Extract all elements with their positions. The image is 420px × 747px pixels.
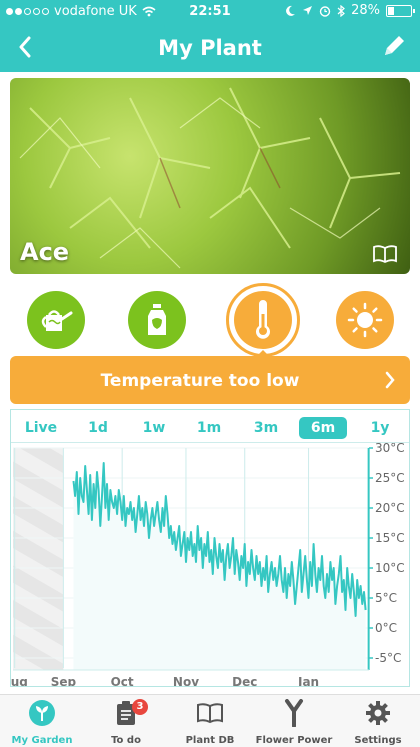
- temperature-alert[interactable]: Temperature too low: [10, 356, 410, 404]
- y-tick-label: 20°C: [375, 501, 405, 515]
- tab-plant-db[interactable]: Plant DB: [168, 699, 252, 746]
- temperature-chart[interactable]: 30°C 25°C 20°C 15°C 10°C 5°C 0°C -5°C Aug Sep Oct N…: [11, 443, 409, 686]
- range-6m[interactable]: 6m: [299, 417, 347, 439]
- plant-name: Ace: [20, 238, 70, 266]
- y-tick-label: 30°C: [375, 443, 405, 455]
- tab-label: Flower Power: [255, 735, 333, 746]
- time-range-selector: Live 1d 1w 1m 3m 6m 1y: [11, 410, 409, 443]
- y-tick-label: 5°C: [375, 591, 397, 605]
- temperature-button[interactable]: [234, 291, 292, 349]
- range-1m[interactable]: 1m: [185, 417, 233, 439]
- tab-label: My Garden: [11, 735, 73, 746]
- range-1d[interactable]: 1d: [74, 417, 122, 439]
- chevron-right-icon: [385, 371, 395, 389]
- sensor-icon: [285, 699, 303, 727]
- watering-can-icon: [41, 310, 73, 331]
- todo-badge: 3: [132, 699, 148, 715]
- navigation-bar: My Plant: [0, 24, 420, 72]
- range-1w[interactable]: 1w: [130, 417, 178, 439]
- range-1y[interactable]: 1y: [356, 417, 404, 439]
- light-button[interactable]: [336, 291, 394, 349]
- temperature-chart-panel: Live 1d 1w 1m 3m 6m 1y 30°C 25°C 20°C 15°C 1…: [10, 409, 410, 687]
- x-tick-label: Sep: [51, 675, 77, 686]
- x-tick-label: Oct: [111, 675, 134, 686]
- pencil-icon: [385, 36, 404, 55]
- fertilizer-bottle-icon: [148, 304, 166, 335]
- tab-label: To do: [111, 735, 141, 746]
- bluetooth-icon: [337, 4, 346, 17]
- location-icon: [303, 6, 313, 15]
- tab-bar: My Garden 3 To do Plant DB Flower Power …: [0, 694, 420, 747]
- moon-icon: [286, 5, 296, 16]
- battery-percent: 28%: [351, 3, 380, 18]
- y-tick-label: 25°C: [375, 471, 405, 485]
- sun-icon: [347, 302, 383, 338]
- alert-text: Temperature too low: [100, 371, 300, 391]
- plant-photo[interactable]: Ace: [10, 78, 410, 274]
- tab-label: Settings: [354, 735, 402, 746]
- tab-to-do[interactable]: 3 To do: [84, 699, 168, 746]
- tab-my-garden[interactable]: My Garden: [0, 699, 84, 746]
- battery-icon: [386, 4, 415, 17]
- x-tick-label: Nov: [173, 675, 199, 686]
- book-icon: [197, 703, 223, 724]
- x-tick-label: Jan: [297, 675, 319, 686]
- status-bar: vodafone UK 22:51 28%: [0, 0, 420, 24]
- tab-label: Plant DB: [185, 735, 235, 746]
- range-3m[interactable]: 3m: [242, 417, 290, 439]
- edit-button[interactable]: [380, 32, 410, 62]
- plant-image: [19, 87, 401, 269]
- y-tick-label: 10°C: [375, 561, 405, 575]
- y-tick-label: -5°C: [375, 651, 401, 665]
- x-tick-label: Dec: [232, 675, 257, 686]
- book-icon[interactable]: [372, 244, 398, 264]
- tab-flower-power[interactable]: Flower Power: [252, 699, 336, 746]
- y-tick-label: 15°C: [375, 531, 405, 545]
- plant-icon: [29, 700, 55, 726]
- thermometer-icon: [256, 300, 270, 339]
- x-tick-label: Aug: [11, 675, 28, 686]
- no-data-region: [13, 448, 64, 670]
- water-button[interactable]: [27, 291, 85, 349]
- page-title: My Plant: [158, 36, 262, 60]
- tab-settings[interactable]: Settings: [336, 699, 420, 746]
- fertilizer-button[interactable]: [128, 291, 186, 349]
- range-live[interactable]: Live: [17, 417, 65, 439]
- gear-icon: [366, 701, 390, 725]
- y-tick-label: 0°C: [375, 621, 397, 635]
- alarm-icon: [319, 5, 331, 17]
